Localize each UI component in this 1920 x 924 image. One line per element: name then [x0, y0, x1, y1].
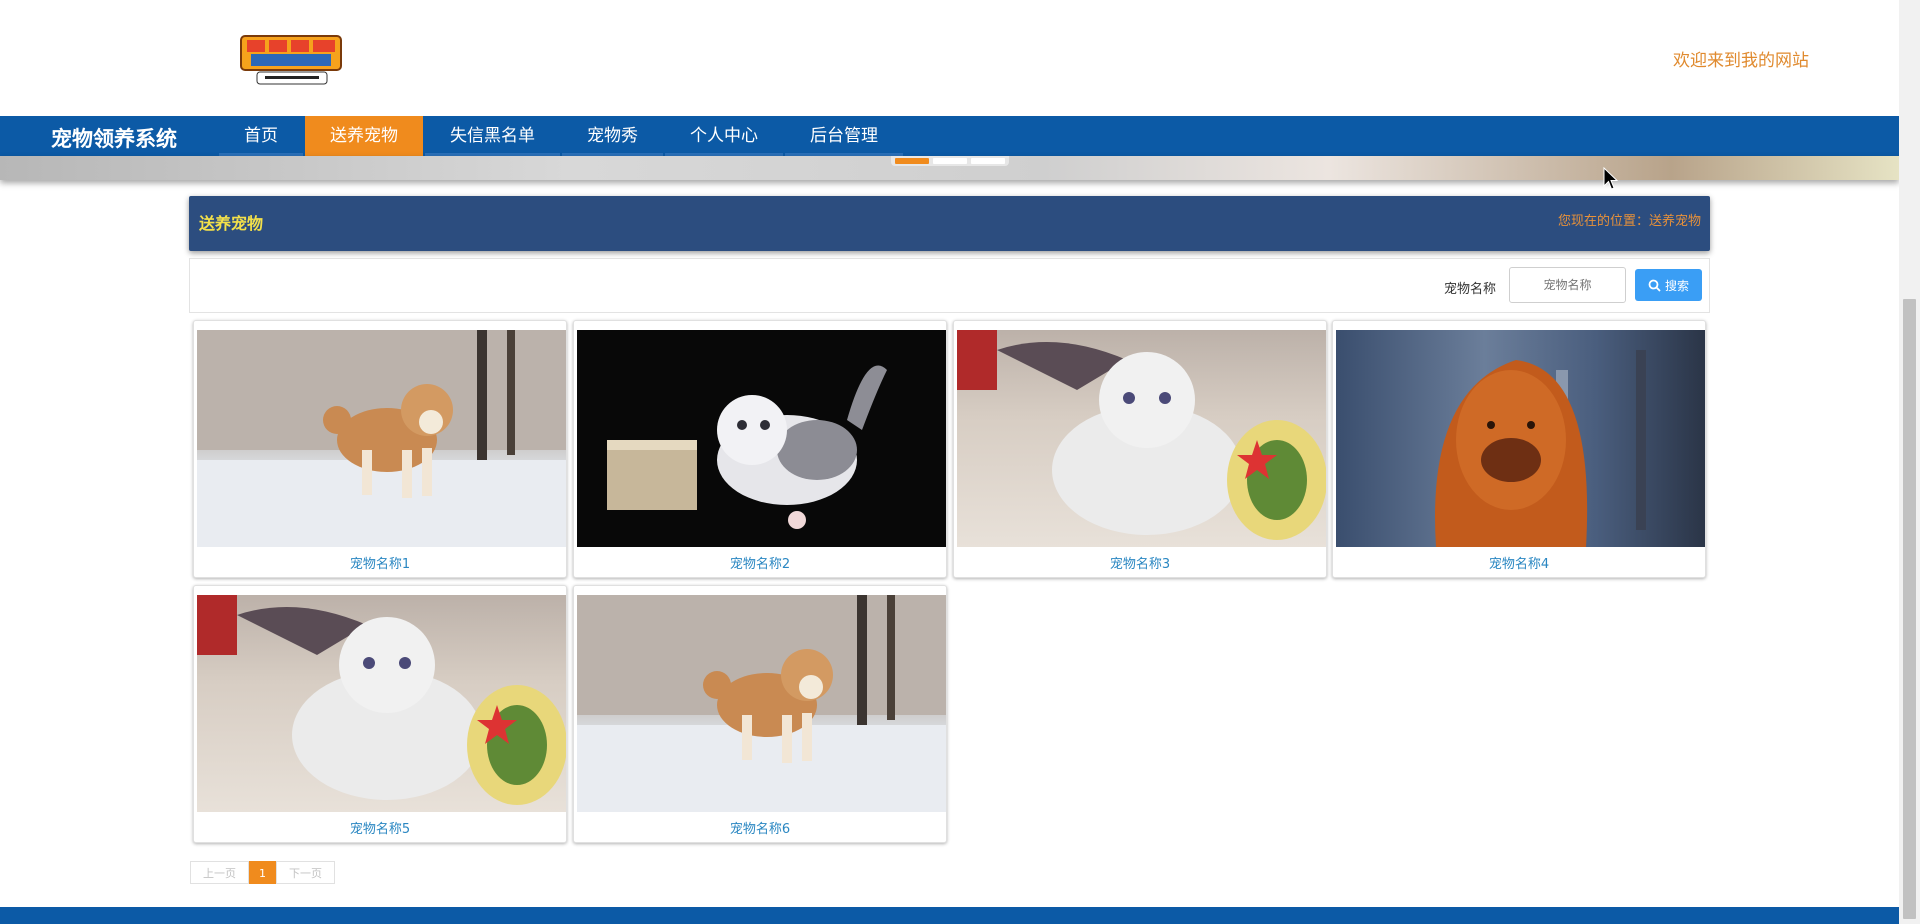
carousel-dot[interactable]: [933, 158, 967, 164]
breadcrumb: 您现在的位置：送养宠物: [1557, 214, 1701, 229]
pet-photo-white-kitten[interactable]: [957, 330, 1326, 547]
pet-name[interactable]: 宠物名称5: [194, 818, 566, 837]
page: 欢迎来到我的网站 宠物领养系统 首页 送养宠物 失信黑名单 宠物秀 个人中心 后…: [0, 0, 1920, 924]
nav-item-admin[interactable]: 后台管理: [785, 116, 903, 156]
nav-menu: 首页 送养宠物 失信黑名单 宠物秀 个人中心 后台管理: [219, 116, 905, 156]
pet-photo-white-kitten[interactable]: [197, 595, 566, 812]
search-button-label: 搜索: [1664, 278, 1689, 293]
pet-name[interactable]: 宠物名称6: [574, 818, 946, 837]
pet-photo-mastiff[interactable]: [1336, 330, 1705, 547]
pet-photo-shiba[interactable]: [197, 330, 566, 547]
search-button[interactable]: 搜索: [1635, 269, 1702, 301]
carousel-indicators: [891, 156, 1009, 166]
page-scrollbar[interactable]: [1899, 0, 1920, 924]
pet-card[interactable]: 宠物名称4: [1332, 320, 1706, 578]
pet-card[interactable]: 宠物名称5: [193, 585, 567, 843]
nav-item-adopt-out[interactable]: 送养宠物: [305, 116, 423, 156]
header: 欢迎来到我的网站: [0, 0, 1899, 116]
search-panel: 宠物名称 搜索: [189, 258, 1710, 313]
search-icon: [1648, 279, 1661, 292]
nav-item-blacklist[interactable]: 失信黑名单: [425, 116, 560, 156]
nav-item-profile[interactable]: 个人中心: [665, 116, 783, 156]
nav-item-pet-show[interactable]: 宠物秀: [562, 116, 663, 156]
pet-photo-kitten[interactable]: [577, 330, 946, 547]
mouse-cursor-icon: [1603, 167, 1619, 190]
nav-item-home[interactable]: 首页: [219, 116, 303, 156]
main-nav: 宠物领养系统 首页 送养宠物 失信黑名单 宠物秀 个人中心 后台管理: [0, 116, 1899, 156]
pet-name[interactable]: 宠物名称1: [194, 553, 566, 572]
search-input[interactable]: [1509, 267, 1626, 303]
pet-card[interactable]: 宠物名称2: [573, 320, 947, 578]
welcome-text: 欢迎来到我的网站: [1673, 51, 1809, 71]
carousel-dot[interactable]: [971, 158, 1005, 164]
pet-name[interactable]: 宠物名称3: [954, 553, 1326, 572]
pet-photo-shiba[interactable]: [577, 595, 946, 812]
section-title: 送养宠物: [199, 214, 264, 233]
scrollbar-thumb[interactable]: [1903, 299, 1916, 919]
footer-bar: [0, 907, 1899, 924]
pagination: 上一页 1 下一页: [190, 861, 335, 884]
pet-name[interactable]: 宠物名称2: [574, 553, 946, 572]
brand-title[interactable]: 宠物领养系统: [51, 123, 177, 153]
next-page-button[interactable]: 下一页: [276, 861, 335, 884]
prev-page-button[interactable]: 上一页: [190, 861, 249, 884]
pet-name[interactable]: 宠物名称4: [1333, 553, 1705, 572]
section-header: 送养宠物 您现在的位置：送养宠物: [189, 196, 1710, 251]
pet-card[interactable]: 宠物名称6: [573, 585, 947, 843]
carousel-dot[interactable]: [895, 158, 929, 164]
search-label: 宠物名称: [1444, 282, 1497, 297]
pet-card[interactable]: 宠物名称1: [193, 320, 567, 578]
pet-card[interactable]: 宠物名称3: [953, 320, 1327, 578]
site-logo[interactable]: [237, 30, 346, 88]
page-number-current[interactable]: 1: [249, 861, 276, 884]
